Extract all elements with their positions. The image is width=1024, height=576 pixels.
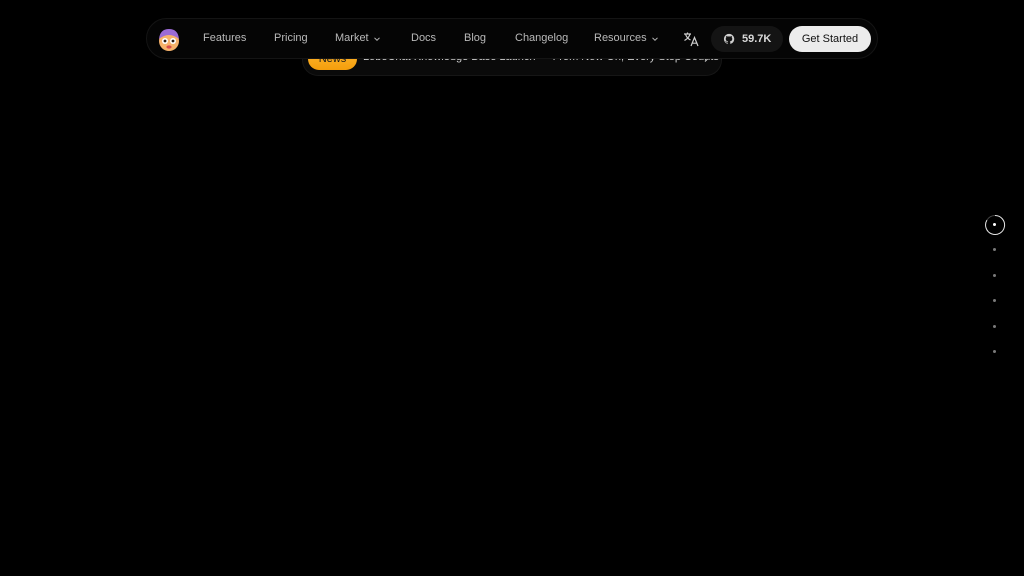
lobe-emoji-logo-icon[interactable] — [156, 26, 182, 52]
nav-resources-label: Resources — [594, 32, 647, 44]
nav-resources[interactable]: Resources — [594, 19, 659, 58]
top-navbar: Features Pricing Market Docs Blog Change… — [146, 18, 878, 59]
chevron-down-icon — [651, 36, 658, 41]
nav-changelog[interactable]: Changelog — [515, 19, 568, 58]
github-stars-count: 59.7K — [742, 33, 772, 45]
section-dot-6[interactable] — [993, 350, 996, 353]
section-dot-3[interactable] — [993, 274, 996, 277]
nav-features-label: Features — [203, 32, 247, 44]
github-icon — [723, 33, 735, 44]
section-dot-2[interactable] — [993, 248, 996, 251]
nav-docs[interactable]: Docs — [411, 19, 436, 58]
github-stars-button[interactable]: 59.7K — [711, 26, 783, 52]
nav-blog[interactable]: Blog — [464, 19, 486, 58]
nav-changelog-label: Changelog — [515, 32, 569, 44]
nav-market[interactable]: Market — [335, 19, 381, 58]
section-dot-1[interactable] — [993, 223, 996, 226]
section-pagination — [984, 212, 1006, 362]
chevron-down-icon — [373, 36, 380, 41]
get-started-label: Get Started — [801, 33, 859, 45]
translate-icon[interactable] — [682, 30, 700, 48]
nav-market-label: Market — [335, 32, 369, 44]
nav-features[interactable]: Features — [203, 19, 246, 58]
get-started-button[interactable]: Get Started — [789, 26, 871, 52]
section-dot-5[interactable] — [993, 325, 996, 328]
section-dot-4[interactable] — [993, 299, 996, 302]
nav-docs-label: Docs — [411, 32, 437, 44]
nav-blog-label: Blog — [464, 32, 487, 44]
nav-pricing[interactable]: Pricing — [274, 19, 308, 58]
nav-pricing-label: Pricing — [274, 32, 308, 44]
